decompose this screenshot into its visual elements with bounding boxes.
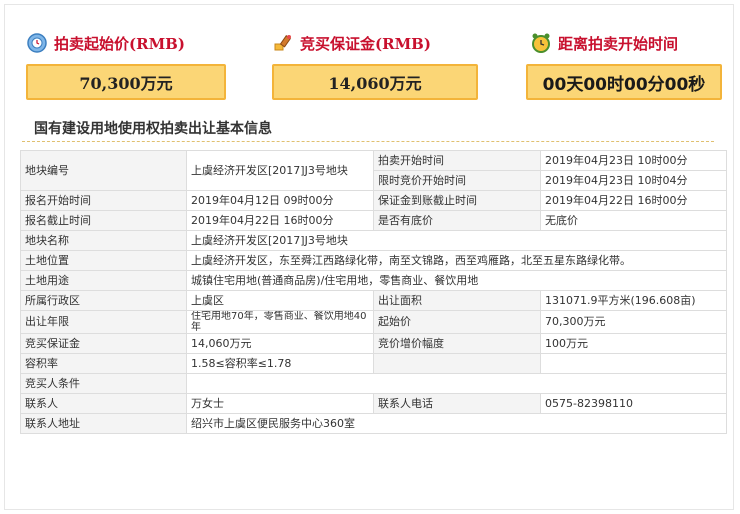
contact-value: 万女士 xyxy=(186,393,374,414)
contact-label: 联系人 xyxy=(20,393,187,414)
start-price-row-label: 起始价 xyxy=(373,310,541,334)
district-label: 所属行政区 xyxy=(20,290,187,311)
deposit-value-box: 14,060万元 xyxy=(272,64,478,100)
address-value: 绍兴市上虞区便民服务中心360室 xyxy=(186,413,727,434)
table-row: 竞买人条件 xyxy=(20,373,727,394)
table-row: 容积率 1.58≤容积率≤1.78 xyxy=(20,353,727,374)
land-info-table: 地块编号 上虞经济开发区[2017]J3号地块 拍卖开始时间 2019年04月2… xyxy=(20,150,727,434)
term-value: 住宅用地70年，零售商业、餐饮用地40年 xyxy=(186,310,374,334)
table-row: 出让年限 住宅用地70年，零售商业、餐饮用地40年 起始价 70,300万元 xyxy=(20,310,727,334)
bid-start-value: 2019年04月23日 10时04分 xyxy=(540,170,727,191)
increment-value: 100万元 xyxy=(540,333,727,354)
reserve-label: 是否有底价 xyxy=(373,210,541,231)
countdown-value-box: 00天00时00分00秒 xyxy=(526,64,722,100)
start-price-value: 70,300万元 xyxy=(79,74,173,93)
table-row: 报名截止时间 2019年04月22日 16时00分 是否有底价 无底价 xyxy=(20,210,727,231)
empty-cell xyxy=(373,353,541,374)
plot-no-label: 地块编号 xyxy=(20,150,187,191)
location-value: 上虞经济开发区，东至舜江西路绿化带，南至文锦路，西至鸡雁路，北至五星东路绿化带。 xyxy=(186,250,727,271)
table-row: 联系人地址 绍兴市上虞区便民服务中心360室 xyxy=(20,413,727,434)
far-value: 1.58≤容积率≤1.78 xyxy=(186,353,374,374)
area-label: 出让面积 xyxy=(373,290,541,311)
table-row: 竞买保证金 14,060万元 竞价增价幅度 100万元 xyxy=(20,333,727,354)
start-price-value-box: 70,300万元 xyxy=(26,64,226,100)
table-row: 所属行政区 上虞区 出让面积 131071.9平方米(196.608亩) xyxy=(20,290,727,311)
section-title: 国有建设用地使用权拍卖出让基本信息 xyxy=(34,121,272,137)
reserve-value: 无底价 xyxy=(540,210,727,231)
table-row: 地块编号 上虞经济开发区[2017]J3号地块 拍卖开始时间 2019年04月2… xyxy=(20,150,727,191)
address-label: 联系人地址 xyxy=(20,413,187,434)
deposit-deadline-label: 保证金到账截止时间 xyxy=(373,190,541,211)
phone-value: 0575-82398110 xyxy=(540,393,727,414)
section-divider xyxy=(22,141,714,142)
start-price-label: 拍卖起始价(RMB) xyxy=(54,34,185,53)
plot-name-label: 地块名称 xyxy=(20,230,187,251)
alarm-clock-icon xyxy=(532,33,550,53)
location-label: 土地位置 xyxy=(20,250,187,271)
bid-deposit-value: 14,060万元 xyxy=(186,333,374,354)
increment-label: 竞价增价幅度 xyxy=(373,333,541,354)
bid-hammer-icon xyxy=(274,35,292,51)
term-label: 出让年限 xyxy=(20,310,187,334)
start-price-row-value: 70,300万元 xyxy=(540,310,727,334)
reg-end-label: 报名截止时间 xyxy=(20,210,187,231)
reg-end-value: 2019年04月22日 16时00分 xyxy=(186,210,374,231)
countdown-heading: 距离拍卖开始时间 xyxy=(530,32,678,54)
bid-deposit-label: 竞买保证金 xyxy=(20,333,187,354)
usage-value: 城镇住宅用地(普通商品房)/住宅用地，零售商业、餐饮用地 xyxy=(186,270,727,291)
deposit-value: 14,060万元 xyxy=(328,74,422,93)
countdown-value: 00天00时00分00秒 xyxy=(542,74,706,95)
deposit-heading: 竞买保证金(RMB) xyxy=(272,32,431,54)
table-row: 土地位置 上虞经济开发区，东至舜江西路绿化带，南至文锦路，西至鸡雁路，北至五星东… xyxy=(20,250,727,271)
deposit-deadline-value: 2019年04月22日 16时00分 xyxy=(540,190,727,211)
clock-coin-icon xyxy=(27,33,47,53)
plot-no-value: 上虞经济开发区[2017]J3号地块 xyxy=(186,150,374,191)
table-row: 联系人 万女士 联系人电话 0575-82398110 xyxy=(20,393,727,414)
auction-start-value: 2019年04月23日 10时00分 xyxy=(540,150,727,171)
reg-start-label: 报名开始时间 xyxy=(20,190,187,211)
bid-start-label: 限时竞价开始时间 xyxy=(373,170,541,191)
table-row: 土地用途 城镇住宅用地(普通商品房)/住宅用地，零售商业、餐饮用地 xyxy=(20,270,727,291)
far-label: 容积率 xyxy=(20,353,187,374)
district-value: 上虞区 xyxy=(186,290,374,311)
conditions-value xyxy=(186,373,727,394)
reg-start-value: 2019年04月12日 09时00分 xyxy=(186,190,374,211)
countdown-label: 距离拍卖开始时间 xyxy=(558,34,679,53)
plot-name-value: 上虞经济开发区[2017]J3号地块 xyxy=(186,230,727,251)
conditions-label: 竞买人条件 xyxy=(20,373,187,394)
deposit-label: 竞买保证金(RMB) xyxy=(300,34,431,53)
table-row: 报名开始时间 2019年04月12日 09时00分 保证金到账截止时间 2019… xyxy=(20,190,727,211)
phone-label: 联系人电话 xyxy=(373,393,541,414)
table-row: 地块名称 上虞经济开发区[2017]J3号地块 xyxy=(20,230,727,251)
usage-label: 土地用途 xyxy=(20,270,187,291)
empty-cell xyxy=(540,353,727,374)
start-price-heading: 拍卖起始价(RMB) xyxy=(26,32,185,54)
auction-start-label: 拍卖开始时间 xyxy=(373,150,541,171)
area-value: 131071.9平方米(196.608亩) xyxy=(540,290,727,311)
